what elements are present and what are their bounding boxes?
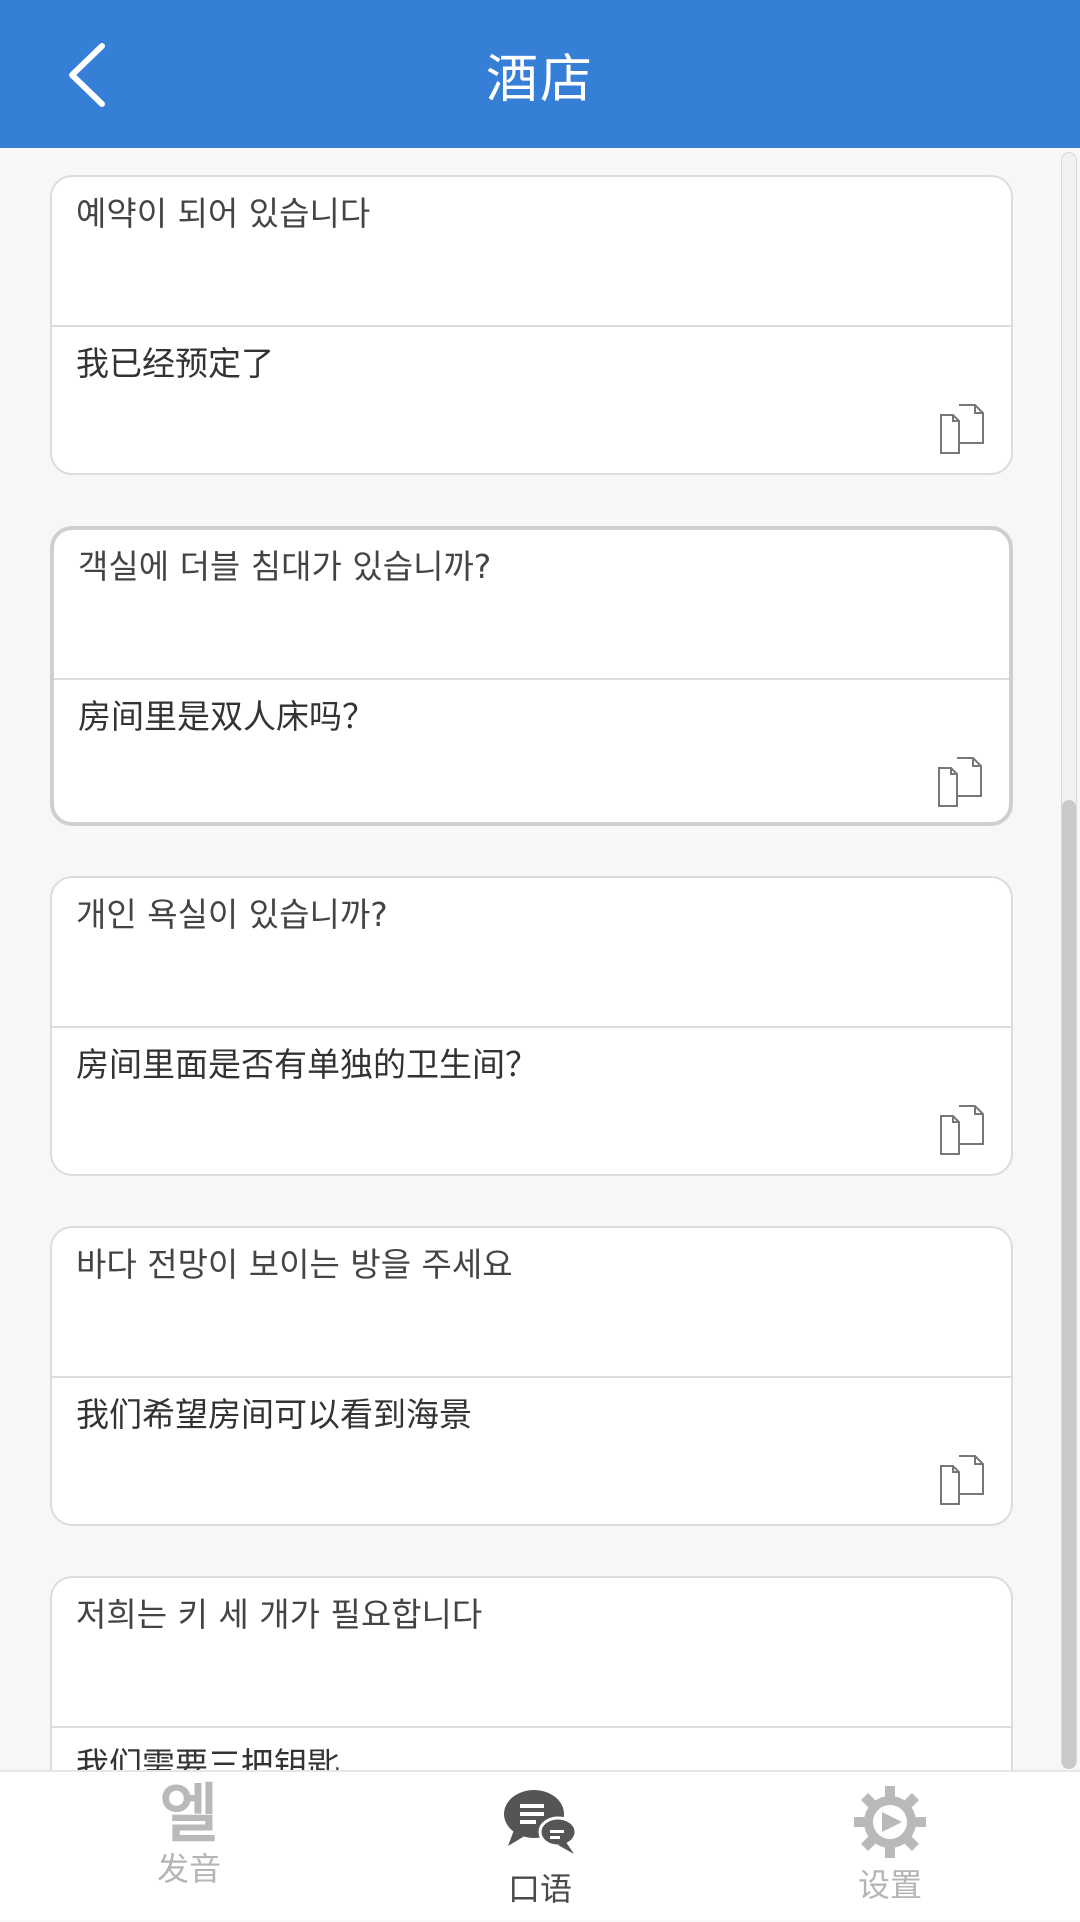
tab-label: 发音 — [156, 1850, 221, 1888]
phrase-card[interactable]: 바다 전망이 보이는 방을 주세요 我们希望房间可以看到海景 — [50, 1226, 1013, 1526]
copy-icon[interactable] — [935, 756, 989, 808]
korean-phrase: 저희는 키 세 개가 필요합니다 — [52, 1578, 1011, 1728]
copy-icon[interactable] — [937, 403, 991, 455]
tab-pronunciation[interactable]: 엘 发音 — [89, 1772, 289, 1922]
phrase-card[interactable]: 저희는 키 세 개가 필요합니다 我们需要三把钥匙 — [50, 1576, 1013, 1770]
tab-label: 口语 — [507, 1870, 572, 1908]
scrollbar-thumb[interactable] — [1062, 800, 1076, 1769]
chinese-translation: 我已经预定了 — [52, 327, 1011, 473]
back-button[interactable] — [42, 30, 132, 120]
phrase-list[interactable]: 예약이 되어 있습니다 我已经预定了 객실에 더블 침대가 있습니까? 房间里是… — [0, 148, 1080, 1770]
gear-icon — [854, 1786, 926, 1858]
chinese-translation: 房间里是双人床吗？ — [54, 680, 1009, 822]
chinese-translation: 我们需要三把钥匙 — [52, 1728, 1011, 1770]
tab-speaking[interactable]: 口语 — [440, 1772, 640, 1922]
phrase-card[interactable]: 객실에 더블 침대가 있습니까? 房间里是双人床吗？ — [50, 526, 1013, 826]
chinese-translation: 房间里面是否有单独的卫生间？ — [52, 1028, 1011, 1174]
chevron-left-icon — [69, 43, 105, 107]
tab-label: 设置 — [857, 1866, 922, 1904]
hangul-icon: 엘 — [159, 1778, 219, 1852]
phrase-card[interactable]: 개인 욕실이 있습니까? 房间里面是否有单独的卫生间？ — [50, 876, 1013, 1176]
korean-phrase: 객실에 더블 침대가 있습니까? — [54, 530, 1009, 680]
page-title: 酒店 — [485, 49, 594, 110]
bottom-tab-bar: 엘 发音 口语 设置 — [0, 1770, 1080, 1920]
phrase-card[interactable]: 예약이 되어 있습니다 我已经预定了 — [50, 175, 1013, 475]
chinese-translation: 我们希望房间可以看到海景 — [52, 1378, 1011, 1524]
top-bar: 酒店 — [0, 0, 1080, 148]
korean-phrase: 바다 전망이 보이는 방을 주세요 — [52, 1228, 1011, 1378]
tab-settings[interactable]: 设置 — [790, 1772, 990, 1922]
korean-phrase: 개인 욕실이 있습니까? — [52, 878, 1011, 1028]
copy-icon[interactable] — [937, 1104, 991, 1156]
chat-bubbles-icon — [504, 1790, 578, 1854]
copy-icon[interactable] — [937, 1454, 991, 1506]
korean-phrase: 예약이 되어 있습니다 — [52, 177, 1011, 327]
